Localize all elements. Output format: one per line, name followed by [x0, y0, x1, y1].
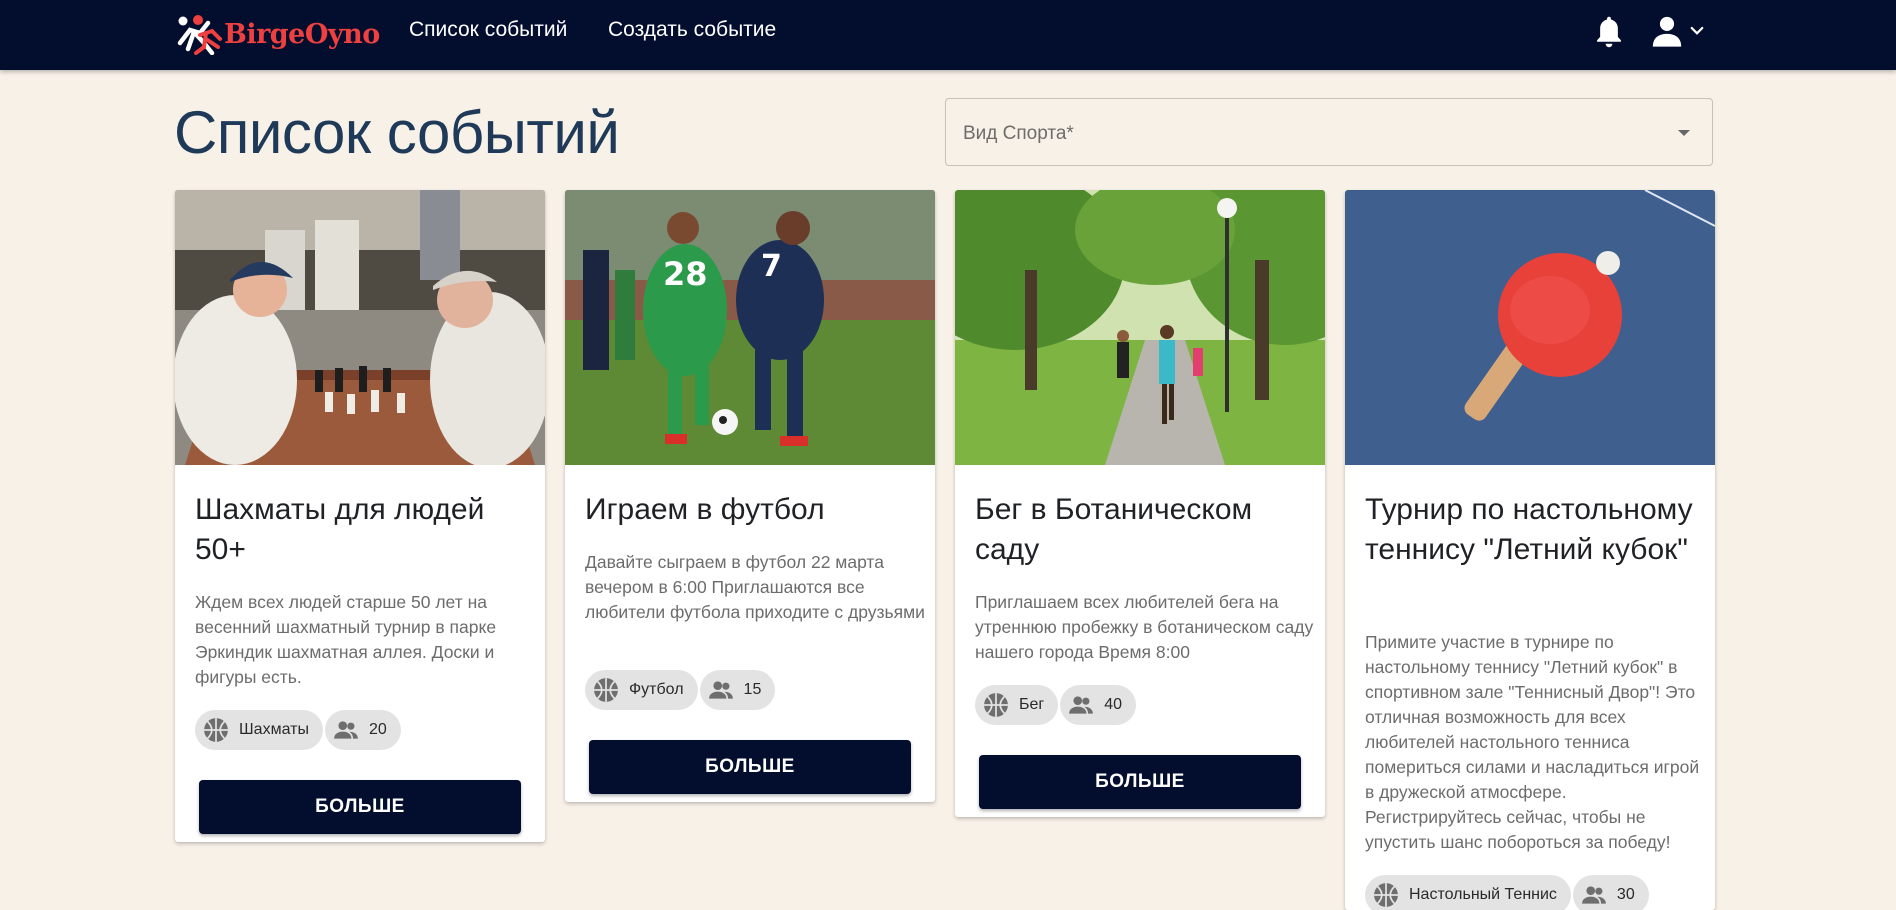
- event-card: 28 7 Играем в футбол Давайте сыграем в ф…: [565, 190, 935, 802]
- nav-link-event-list[interactable]: Список событий: [409, 18, 567, 42]
- sport-chip-label: Бег: [1019, 696, 1045, 713]
- brand-logo[interactable]: BirgeOyno: [174, 11, 380, 57]
- page-title: Список событий: [174, 99, 620, 166]
- event-chips: Бег 40: [975, 685, 1137, 725]
- event-card: Шахматы для людей 50+ Ждем всех людей ст…: [175, 190, 545, 842]
- group-icon: [334, 721, 358, 739]
- user-menu[interactable]: [1650, 13, 1710, 49]
- event-description: Примите участие в турнире по настольному…: [1365, 632, 1700, 852]
- basketball-icon: [204, 718, 228, 742]
- sport-type-placeholder: Вид Спорта*: [963, 123, 1074, 144]
- event-description: Давайте сыграем в футбол 22 марта вечеро…: [585, 552, 925, 622]
- participants-chip[interactable]: 20: [324, 710, 401, 750]
- more-button[interactable]: БОЛЬШЕ: [589, 740, 911, 794]
- event-title: Шахматы для людей 50+: [195, 493, 485, 566]
- participants-count: 30: [1616, 886, 1635, 903]
- group-icon: [1069, 696, 1094, 714]
- svg-text:28: 28: [663, 255, 708, 293]
- event-chips: Футбол 15: [585, 670, 776, 710]
- top-navbar: BirgeOyno Список событий Создать событие: [0, 0, 1896, 70]
- sport-chip[interactable]: Футбол: [585, 670, 698, 710]
- park-runners-photo: [955, 190, 1325, 465]
- nav-link-create-event[interactable]: Создать событие: [608, 18, 776, 42]
- bell-icon[interactable]: [1592, 14, 1626, 50]
- more-button[interactable]: БОЛЬШЕ: [199, 780, 521, 834]
- basketball-icon: [984, 693, 1008, 717]
- event-image: 28 7: [565, 190, 935, 465]
- event-description: Ждем всех людей старше 50 лет на весенни…: [195, 592, 497, 687]
- chess-players-photo: [175, 190, 545, 465]
- sport-chip-label: Настольный Теннис: [1409, 886, 1557, 903]
- participants-count: 15: [743, 681, 762, 698]
- event-description: Приглашаем всех любителей бега на утренн…: [975, 592, 1314, 662]
- participants-count: 40: [1104, 696, 1123, 713]
- brand-name: BirgeOyno: [224, 18, 380, 50]
- dropdown-arrow-icon: [1678, 130, 1690, 136]
- event-image: [955, 190, 1325, 465]
- chevron-down-icon: [1690, 26, 1704, 35]
- runners-logo-icon: [177, 15, 222, 55]
- sport-chip[interactable]: Бег: [975, 685, 1059, 725]
- ping-pong-paddle-photo: [1345, 190, 1715, 465]
- event-image: [1345, 190, 1715, 465]
- basketball-icon: [1374, 883, 1398, 907]
- sport-chip-label: Шахматы: [239, 721, 309, 738]
- event-card: Бег в Ботаническом саду Приглашаем всех …: [955, 190, 1325, 817]
- group-icon: [708, 681, 733, 699]
- participants-chip[interactable]: 40: [1060, 685, 1137, 725]
- event-title: Играем в футбол: [585, 493, 825, 526]
- more-button[interactable]: БОЛЬШЕ: [979, 755, 1301, 809]
- participants-count: 20: [368, 721, 387, 738]
- event-card: Турнир по настольному теннису "Летний ку…: [1345, 190, 1715, 910]
- sport-type-select[interactable]: Вид Спорта*: [945, 98, 1713, 166]
- participants-chip[interactable]: 15: [699, 670, 776, 710]
- event-chips: Шахматы 20: [195, 710, 401, 750]
- event-image: [175, 190, 545, 465]
- basketball-icon: [594, 678, 618, 702]
- sport-chip-label: Футбол: [629, 681, 684, 698]
- event-title: Турнир по настольному теннису "Летний ку…: [1365, 493, 1693, 566]
- football-players-photo: 28 7: [565, 190, 935, 465]
- group-icon: [1582, 886, 1606, 904]
- sport-chip[interactable]: Шахматы: [195, 710, 323, 750]
- event-title: Бег в Ботаническом саду: [975, 493, 1253, 566]
- user-icon: [1652, 16, 1682, 47]
- svg-text:7: 7: [761, 249, 782, 284]
